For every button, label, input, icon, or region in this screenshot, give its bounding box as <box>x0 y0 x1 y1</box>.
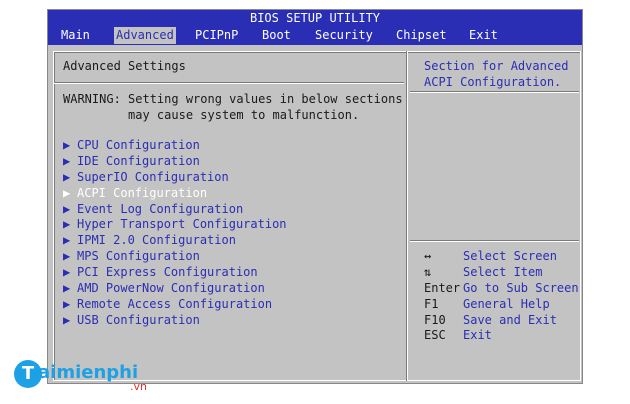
tab-security[interactable]: Security <box>313 27 375 44</box>
key-help-row: ESC Exit <box>424 328 492 343</box>
tab-boot[interactable]: Boot <box>260 27 293 44</box>
window-title: BIOS SETUP UTILITY <box>249 11 381 25</box>
menu-item-hyper-transport-configuration[interactable]: ▶ Hyper Transport Configuration <box>63 216 393 232</box>
menu-item-mps-configuration[interactable]: ▶ MPS Configuration <box>63 248 393 264</box>
key-help-row: ↔ Select Screen <box>424 249 557 263</box>
menu-item-acpi-configuration[interactable]: ▶ ACPI Configuration <box>63 185 393 201</box>
triangle-right-icon: ▶ <box>63 185 71 200</box>
tab-main[interactable]: Main <box>59 27 92 44</box>
tab-exit[interactable]: Exit <box>467 27 500 44</box>
key-help-row: F10 Save and Exit <box>424 312 557 327</box>
triangle-right-icon: ▶ <box>63 169 71 184</box>
menu-item-ide-configuration[interactable]: ▶ IDE Configuration <box>63 153 393 169</box>
menu-item-superio-configuration[interactable]: ▶ SuperIO Configuration <box>63 169 393 185</box>
left-header-divider <box>54 82 404 84</box>
key-help-row: Enter Go to Sub Screen <box>424 280 579 295</box>
menu-bar: Main Advanced PCIPnP Boot Security Chips… <box>48 26 582 45</box>
triangle-right-icon: ▶ <box>63 233 71 248</box>
triangle-right-icon: ▶ <box>63 201 71 216</box>
panel-divider <box>406 51 408 381</box>
menu-item-amd-powernow-configuration[interactable]: ▶ AMD PowerNow Configuration <box>63 280 393 296</box>
triangle-right-icon: ▶ <box>63 312 71 327</box>
triangle-right-icon: ▶ <box>63 138 71 152</box>
bios-screen: BIOS SETUP UTILITY Main Advanced PCIPnP … <box>47 9 583 384</box>
up-down-arrow-icon: ⇅ <box>424 264 432 279</box>
help-text-line-2: ACPI Configuration. <box>424 75 562 89</box>
f10-key-label: F10 <box>424 312 446 327</box>
menu-item-event-log-configuration[interactable]: ▶ Event Log Configuration <box>63 201 393 217</box>
triangle-right-icon: ▶ <box>63 249 71 264</box>
triangle-right-icon: ▶ <box>63 265 71 280</box>
enter-key-label: Enter <box>424 280 461 295</box>
tab-chipset[interactable]: Chipset <box>394 27 449 44</box>
left-right-arrow-icon: ↔ <box>424 249 432 263</box>
tab-advanced[interactable]: Advanced <box>114 27 176 44</box>
right-header-divider <box>410 91 579 93</box>
triangle-right-icon: ▶ <box>63 296 71 311</box>
f1-key-label: F1 <box>424 296 439 311</box>
menu-item-cpu-configuration[interactable]: ▶ CPU Configuration <box>63 137 393 153</box>
tab-pcipnp[interactable]: PCIPnP <box>193 27 240 44</box>
menu-item-usb-configuration[interactable]: ▶ USB Configuration <box>63 312 393 328</box>
esc-key-label: ESC <box>424 328 446 343</box>
menu-item-ipmi-configuration[interactable]: ▶ IPMI 2.0 Configuration <box>63 232 393 248</box>
key-help-row: ⇅ Select Item <box>424 264 543 279</box>
advanced-menu-list: ▶ CPU Configuration ▶ IDE Configuration ▶ S… <box>63 137 393 328</box>
triangle-right-icon: ▶ <box>63 281 71 296</box>
watermark-text: aimienphi <box>38 362 139 383</box>
menu-item-remote-access-configuration[interactable]: ▶ Remote Access Configuration <box>63 296 393 312</box>
triangle-right-icon: ▶ <box>63 153 71 168</box>
menu-item-pci-express-configuration[interactable]: ▶ PCI Express Configuration <box>63 264 393 280</box>
watermark-domain-suffix: .vn <box>130 380 147 393</box>
warning-line-2: may cause system to malfunction. <box>63 108 360 122</box>
warning-line-1: WARNING: Setting wrong values in below s… <box>63 92 403 106</box>
section-heading: Advanced Settings <box>63 59 186 73</box>
triangle-right-icon: ▶ <box>63 217 71 232</box>
title-bar: BIOS SETUP UTILITY <box>48 10 582 26</box>
watermark-logo: T aimienphi .vn <box>14 360 164 396</box>
key-help-legend: ↔ Select Screen ⇅ Select Item Enter Go to S… <box>424 248 584 343</box>
key-help-row: F1 General Help <box>424 296 550 311</box>
help-text-line-1: Section for Advanced <box>424 59 569 73</box>
right-help-divider <box>410 240 579 242</box>
